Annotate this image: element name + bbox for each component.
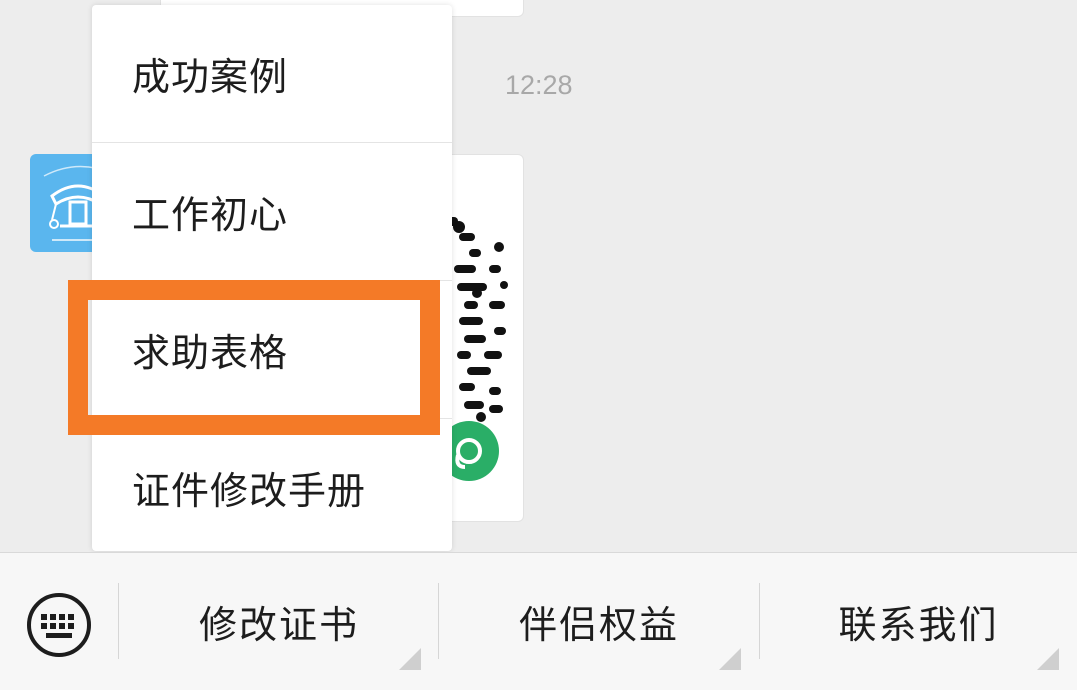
submenu-indicator-icon — [399, 648, 421, 670]
submenu-indicator-icon — [719, 648, 741, 670]
submenu-popup: 成功案例 工作初心 求助表格 证件修改手册 — [92, 5, 452, 551]
highlight-annotation-box — [68, 280, 440, 435]
keyboard-toggle-button[interactable] — [26, 592, 92, 658]
menu-button-partner-rights[interactable]: 伴侣权益 — [439, 553, 759, 690]
submenu-indicator-icon — [1037, 648, 1059, 670]
menu-item-document-manual[interactable]: 证件修改手册 — [92, 419, 452, 556]
menu-item-success-cases[interactable]: 成功案例 — [92, 5, 452, 142]
bottom-menu-bar: 修改证书 伴侣权益 联系我们 — [0, 552, 1077, 690]
keyboard-icon — [27, 593, 91, 657]
menu-item-original-intention[interactable]: 工作初心 — [92, 143, 452, 280]
menu-item-label: 工作初心 — [132, 193, 289, 237]
menu-item-label: 证件修改手册 — [132, 469, 367, 513]
menu-item-label: 成功案例 — [132, 55, 289, 99]
menu-button-label: 伴侣权益 — [518, 603, 679, 647]
menu-button-label: 修改证书 — [198, 603, 359, 647]
message-timestamp: 12:28 — [505, 70, 573, 100]
menu-button-label: 联系我们 — [838, 603, 999, 647]
menu-button-contact-us[interactable]: 联系我们 — [760, 553, 1077, 690]
menu-button-modify-certificate[interactable]: 修改证书 — [119, 553, 439, 690]
